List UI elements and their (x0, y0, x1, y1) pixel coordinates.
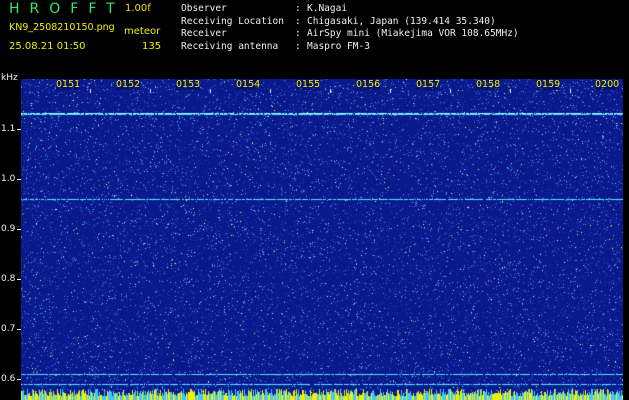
header-panel: HROFFT 1.00f KN9_2508210150.png meteor 2… (0, 0, 629, 76)
y-tick-label: 0.9 (1, 224, 16, 234)
info-row-antenna: Receiving antenna: Maspro FM-3 (181, 40, 370, 52)
date-time: 25.08.21 01:50 (9, 41, 86, 52)
x-tick-label: 0154 (236, 79, 261, 90)
version-label: 1.00f (125, 3, 151, 14)
y-tick-mark (17, 129, 21, 130)
meteor-count: 135 (142, 41, 162, 52)
y-tick-label: 1.0 (1, 174, 16, 184)
y-tick-mark (17, 279, 21, 280)
x-tick-label: 0153 (176, 79, 201, 90)
y-tick-mark (17, 179, 21, 180)
x-tick-label: 0155 (296, 79, 321, 90)
info-row-receiver: Receiver: AirSpy mini (Miakejima VOR 108.… (181, 28, 519, 39)
y-tick-label: 0.6 (1, 374, 16, 384)
spectrogram-canvas (21, 79, 623, 400)
y-tick-label: 0.7 (1, 324, 16, 334)
y-tick-label: 0.8 (1, 274, 16, 284)
station-info: Observer: K.Nagai Receiving Location: Chig… (181, 3, 519, 53)
info-row-observer: Observer: K.Nagai (181, 3, 348, 14)
y-tick-mark (17, 329, 21, 330)
y-tick-mark (17, 379, 21, 380)
y-axis-unit: kHz (1, 73, 18, 83)
spectrogram-plot[interactable] (21, 79, 623, 400)
x-tick-label: 0156 (356, 79, 381, 90)
x-tick-label: 0158 (476, 79, 501, 90)
y-tick-mark (17, 229, 21, 230)
mode-label: meteor (124, 26, 161, 37)
y-tick-label: 1.1 (1, 124, 16, 134)
app-title: HROFFT (9, 1, 125, 17)
x-tick-label: 0200 (595, 79, 620, 90)
x-tick-label: 0152 (116, 79, 141, 90)
x-tick-label: 0151 (56, 79, 81, 90)
file-name: KN9_2508210150.png (9, 22, 115, 33)
info-row-location: Receiving Location: Chigasaki, Japan (139… (181, 15, 496, 27)
x-tick-label: 0157 (416, 79, 441, 90)
x-tick-label: 0159 (536, 79, 561, 90)
plot-right-edge (623, 79, 629, 400)
